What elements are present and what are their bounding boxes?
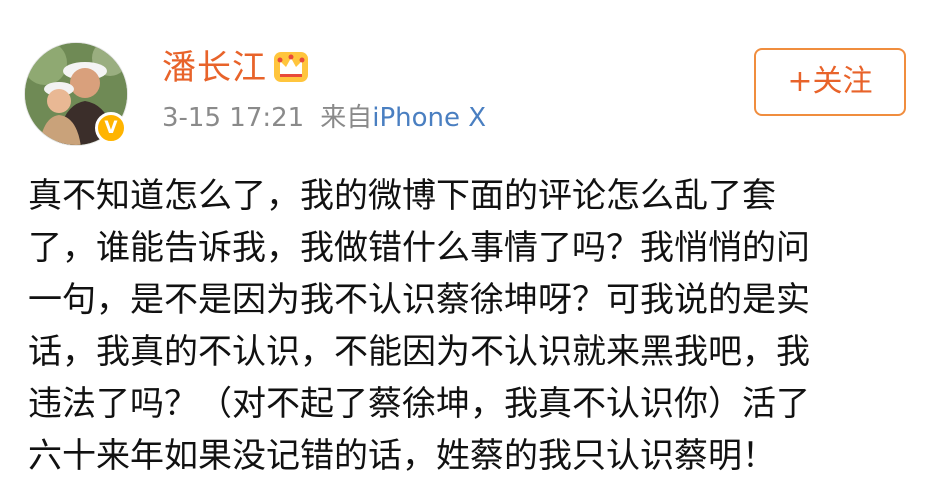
verified-badge: V: [95, 112, 127, 144]
content-line: 话，我真的不认识，不能因为不认识就来黑我吧，我: [28, 332, 810, 372]
source-device-link[interactable]: iPhone X: [372, 103, 486, 133]
content-line: 违法了吗？（对不起了蔡徐坤，我真不认识你）活了: [28, 384, 810, 424]
post-content: 真不知道怎么了，我的微博下面的评论怎么乱了套 了，谁能告诉我，我做错什么事情了吗…: [28, 170, 913, 482]
crown-icon[interactable]: [272, 48, 310, 84]
follow-button[interactable]: +关注: [754, 48, 906, 116]
post-meta: 3-15 17:21 来自iPhone X: [162, 100, 486, 136]
source-prefix: 来自: [320, 103, 373, 133]
post-timestamp[interactable]: 3-15 17:21: [162, 103, 304, 133]
author-name[interactable]: 潘长江: [162, 46, 267, 90]
weibo-post: V 潘长江 3-15 17:21 来自iPhone X +关注 真不知道怎么了，我…: [0, 0, 936, 486]
content-line: 了，谁能告诉我，我做错什么事情了吗？我悄悄的问: [28, 228, 810, 268]
content-line: 一句，是不是因为我不认识蔡徐坤呀？可我说的是实: [28, 280, 810, 320]
content-line: 真不知道怎么了，我的微博下面的评论怎么乱了套: [28, 176, 776, 216]
content-line: 六十来年如果没记错的话，姓蔡的我只认识蔡明！: [28, 436, 776, 476]
